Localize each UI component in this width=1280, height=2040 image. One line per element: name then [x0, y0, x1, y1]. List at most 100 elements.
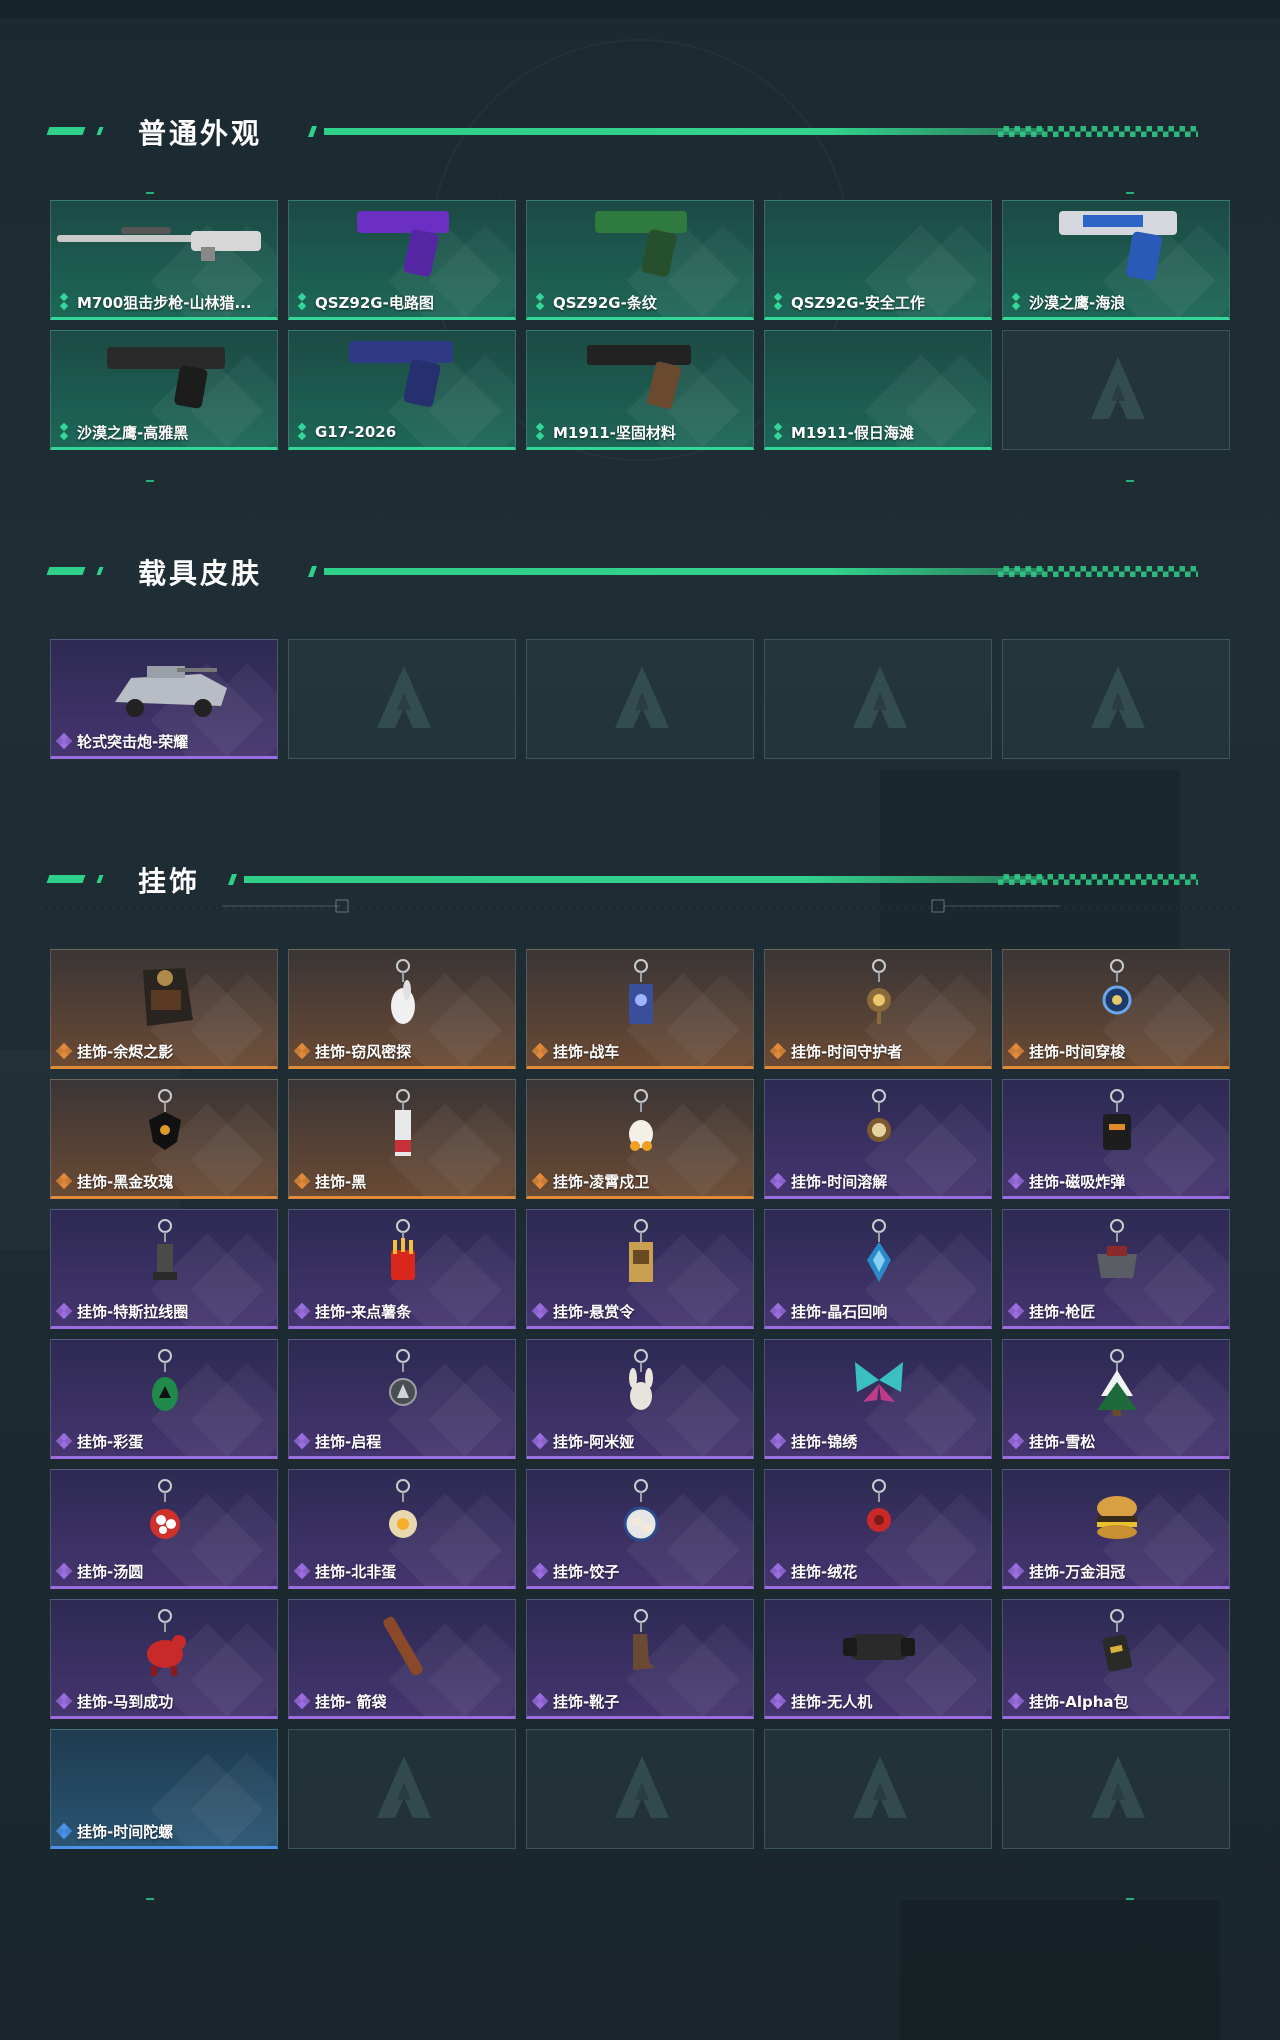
item-label: 挂饰-时间穿梭	[1007, 1042, 1125, 1061]
item-card[interactable]: 挂饰-战车	[526, 949, 754, 1069]
item-name: 挂饰-余烬之影	[77, 1042, 174, 1061]
item-card[interactable]: 挂饰-来点薯条	[288, 1209, 516, 1329]
item-card[interactable]: 挂饰-无人机	[764, 1599, 992, 1719]
item-card[interactable]: QSZ92G-安全工作	[764, 200, 992, 320]
item-card[interactable]: 挂饰-特斯拉线圈	[50, 1209, 278, 1329]
pistol-purple-icon	[357, 211, 449, 277]
item-card[interactable]: M1911-坚固材料	[526, 330, 754, 450]
rarity-diamond-icon	[295, 422, 309, 441]
item-card[interactable]: 挂饰-北非蛋	[288, 1469, 516, 1589]
charm-black-rose-icon	[149, 1089, 181, 1150]
header-accent-tick	[96, 127, 104, 135]
item-card[interactable]: 挂饰-锦绣	[764, 1339, 992, 1459]
item-card[interactable]: 沙漠之鹰-海浪	[1002, 200, 1230, 320]
item-card[interactable]: 挂饰-黑金玫瑰	[50, 1079, 278, 1199]
item-card[interactable]: 挂饰-时间陀螺	[50, 1729, 278, 1849]
item-label: 挂饰-彩蛋	[55, 1432, 143, 1451]
item-card[interactable]: 挂饰-马到成功	[50, 1599, 278, 1719]
item-card[interactable]: 挂饰-时间溶解	[764, 1079, 992, 1199]
item-label: 挂饰-靴子	[531, 1692, 620, 1711]
item-name: 挂饰-时间溶解	[791, 1172, 888, 1191]
item-card[interactable]: 挂饰-启程	[288, 1339, 516, 1459]
item-card[interactable]: 挂饰-余烬之影	[50, 949, 278, 1069]
rarity-diamond-icon	[769, 1172, 787, 1190]
item-label: 挂饰-悬赏令	[531, 1302, 635, 1321]
item-card[interactable]: 挂饰-饺子	[526, 1469, 754, 1589]
rarity-diamond-icon	[55, 1692, 73, 1710]
item-card[interactable]: 挂饰-时间守护者	[764, 949, 992, 1069]
empty-item-slot	[526, 1729, 754, 1849]
rarity-diamond-icon	[771, 422, 785, 441]
item-label: 沙漠之鹰-海浪	[1009, 292, 1125, 312]
armored-vehicle-icon	[115, 666, 227, 717]
rarity-diamond-icon	[55, 1822, 73, 1840]
item-card[interactable]: M1911-假日海滩	[764, 330, 992, 450]
item-label: 挂饰-特斯拉线圈	[55, 1302, 188, 1321]
item-card[interactable]: 挂饰-时间穿梭	[1002, 949, 1230, 1069]
charm-tesla-coil-icon	[153, 1219, 177, 1280]
rarity-diamond-icon	[1007, 1562, 1025, 1580]
item-label: 挂饰-启程	[293, 1432, 381, 1451]
item-card[interactable]: 挂饰-Alpha包	[1002, 1599, 1230, 1719]
item-card[interactable]: QSZ92G-电路图	[288, 200, 516, 320]
header-checker-pattern	[998, 126, 1198, 137]
header-accent-tick	[96, 567, 104, 575]
rarity-diamond-icon	[769, 1692, 787, 1710]
charm-tag-icon	[395, 1089, 411, 1156]
corner-mark	[146, 480, 154, 482]
rarity-diamond-icon	[1009, 292, 1023, 311]
empty-slot-logo-icon	[377, 666, 431, 728]
empty-slot-logo-icon	[1091, 1756, 1145, 1818]
item-label: 挂饰-时间陀螺	[55, 1822, 173, 1841]
item-card[interactable]: 挂饰-靴子	[526, 1599, 754, 1719]
rarity-diamond-icon	[769, 1432, 787, 1450]
item-card[interactable]: 轮式突击炮-荣耀	[50, 639, 278, 759]
item-label: G17-2026	[295, 422, 396, 441]
item-card[interactable]: 挂饰-晶石回响	[764, 1209, 992, 1329]
header-accent-bar	[46, 127, 86, 135]
item-name: 挂饰-靴子	[553, 1692, 620, 1711]
item-label: 挂饰-绒花	[769, 1562, 858, 1581]
item-card[interactable]: 挂饰-黑	[288, 1079, 516, 1199]
rarity-diamond-icon	[57, 422, 71, 441]
item-card[interactable]: 挂饰-雪松	[1002, 1339, 1230, 1459]
item-name: 挂饰-汤圆	[77, 1562, 144, 1581]
item-card[interactable]: 挂饰- 箭袋	[288, 1599, 516, 1719]
empty-item-slot	[1002, 1729, 1230, 1849]
charm-emblem-icon	[389, 1349, 417, 1406]
item-card[interactable]: 挂饰-悬赏令	[526, 1209, 754, 1329]
empty-slot-logo-icon	[853, 666, 907, 728]
empty-slot-logo-icon	[1091, 666, 1145, 728]
rarity-diamond-icon	[293, 1302, 311, 1320]
item-name: 挂饰-雪松	[1029, 1432, 1096, 1451]
desert-eagle-black-icon	[107, 347, 225, 409]
rarity-diamond-icon	[293, 1562, 311, 1580]
item-card[interactable]: 挂饰-枪匠	[1002, 1209, 1230, 1329]
item-name: 挂饰-绒花	[791, 1562, 858, 1581]
charm-red-horse-icon	[147, 1609, 186, 1676]
charm-boot-icon	[633, 1609, 655, 1670]
item-card[interactable]: 挂饰-绒花	[764, 1469, 992, 1589]
item-card[interactable]: 挂饰-万金泪冠	[1002, 1469, 1230, 1589]
item-card[interactable]: M700狙击步枪-山林猎...	[50, 200, 278, 320]
rarity-diamond-icon	[1007, 1042, 1025, 1060]
item-card[interactable]: 挂饰-磁吸炸弹	[1002, 1079, 1230, 1199]
item-card[interactable]: QSZ92G-条纹	[526, 200, 754, 320]
rarity-diamond-icon	[1007, 1302, 1025, 1320]
item-label: 挂饰-阿米娅	[531, 1432, 634, 1451]
item-card[interactable]: 沙漠之鹰-高雅黑	[50, 330, 278, 450]
rarity-diamond-icon	[55, 1432, 73, 1450]
pistol-green-icon	[595, 211, 687, 277]
item-card[interactable]: 挂饰-凌霄戍卫	[526, 1079, 754, 1199]
item-card[interactable]: 挂饰-窃风密探	[288, 949, 516, 1069]
item-card[interactable]: 挂饰-阿米娅	[526, 1339, 754, 1459]
item-label: 挂饰-锦绣	[769, 1432, 857, 1451]
charm-butterfly-icon	[855, 1362, 903, 1402]
item-name: 挂饰-凌霄戍卫	[553, 1172, 650, 1191]
m1911-pistol-icon	[587, 345, 691, 409]
item-card[interactable]: G17-2026	[288, 330, 516, 450]
item-label: 挂饰-枪匠	[1007, 1302, 1095, 1321]
item-card[interactable]: 挂饰-彩蛋	[50, 1339, 278, 1459]
item-card[interactable]: 挂饰-汤圆	[50, 1469, 278, 1589]
item-name: 挂饰-悬赏令	[553, 1302, 635, 1321]
